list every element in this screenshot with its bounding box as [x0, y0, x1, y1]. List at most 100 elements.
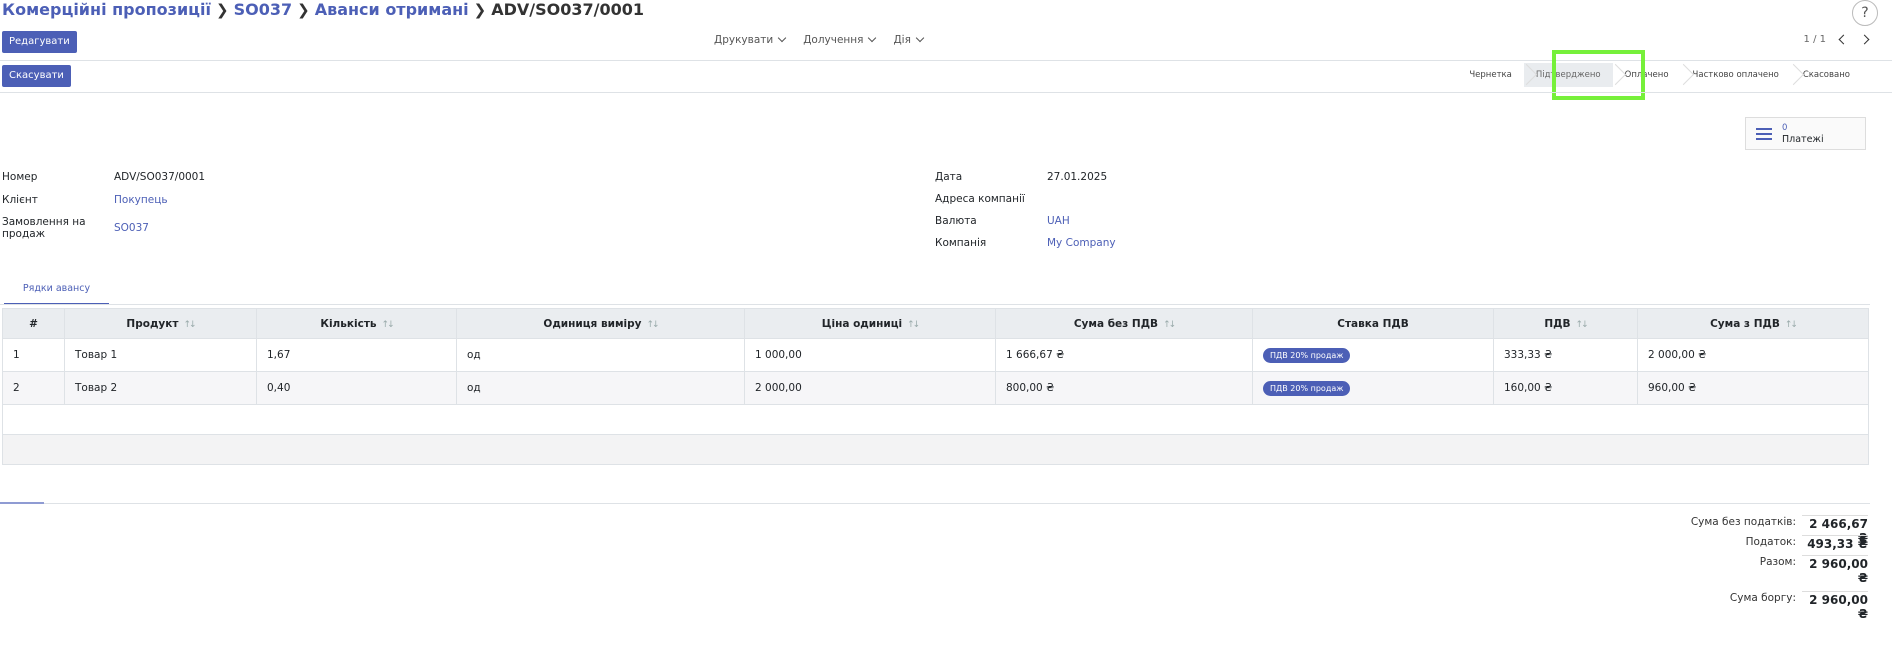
pager: 1 / 1: [1804, 34, 1870, 45]
stage-partially-paid[interactable]: Частково оплачено: [1681, 63, 1791, 87]
sale-order-link[interactable]: SO037: [114, 222, 149, 234]
column-header-total[interactable]: Сума з ПДВ ↑↓: [1637, 308, 1869, 339]
divider-accent: [0, 502, 44, 504]
cell-quantity: 1,67: [256, 338, 457, 372]
table-header-row: # Продукт ↑↓ Кількість ↑↓ Одиниця виміру ↑↓…: [2, 308, 1869, 339]
column-header-vat[interactable]: ПДВ ↑↓: [1493, 308, 1638, 339]
cell-total: 2 000,00 ₴: [1637, 338, 1869, 372]
sale-order-label: Замовлення на продаж: [2, 216, 86, 240]
payments-smart-text: 0 Платежі: [1782, 123, 1824, 145]
chevron-down-icon: [868, 33, 877, 43]
tax-badge: ПДВ 20% продаж: [1263, 380, 1351, 396]
stage-paid[interactable]: Оплачено: [1613, 63, 1681, 87]
sort-icon: ↑↓: [1163, 319, 1176, 330]
untaxed-label: Сума без податків:: [1690, 516, 1796, 528]
cell-unit-price: 1 000,00: [744, 338, 996, 372]
payments-smart-button[interactable]: 0 Платежі: [1745, 117, 1866, 150]
print-menu-label: Друкувати: [714, 34, 774, 46]
breadcrumb-link-order[interactable]: SO037: [234, 0, 293, 19]
cell-unit-price: 2 000,00: [744, 371, 996, 405]
edit-button[interactable]: Редагувати: [2, 31, 77, 53]
column-header-subtotal[interactable]: Сума без ПДВ ↑↓: [995, 308, 1253, 339]
cell-tax-rate: ПДВ 20% продаж: [1252, 338, 1494, 372]
action-menus: Друкувати Долучення Дія: [714, 33, 925, 46]
action-menu[interactable]: Дія: [893, 33, 925, 46]
tab-advance-lines[interactable]: Рядки авансу: [4, 283, 109, 305]
date-value: 27.01.2025: [1047, 171, 1108, 183]
cell-number: 1: [2, 338, 65, 372]
cell-vat: 333,33 ₴: [1493, 338, 1638, 372]
cell-uom: од: [456, 338, 745, 372]
next-record-icon[interactable]: [1859, 34, 1870, 45]
column-header-uom[interactable]: Одиниця виміру ↑↓: [456, 308, 745, 339]
payments-count: 0: [1782, 122, 1788, 133]
customer-label: Клієнт: [2, 194, 38, 206]
cell-subtotal: 1 666,67 ₴: [995, 338, 1253, 372]
table-row[interactable]: 2 Товар 2 0,40 од 2 000,00 800,00 ₴ ПДВ …: [2, 371, 1869, 405]
column-header-subtotal-label: Сума без ПДВ: [1073, 317, 1159, 330]
company-address-label: Адреса компанії: [935, 193, 1025, 205]
column-header-number-label: #: [29, 317, 38, 330]
tax-value: 493,33 ₴: [1802, 535, 1868, 551]
total-value: 2 960,00 ₴: [1802, 555, 1868, 585]
sort-icon: ↑↓: [1575, 319, 1589, 330]
sort-icon: ↑↓: [907, 319, 920, 330]
cancel-button[interactable]: Скасувати: [2, 65, 71, 87]
sort-icon: ↑↓: [646, 319, 660, 330]
breadcrumb-link-advances[interactable]: Аванси отримані: [315, 0, 469, 19]
sort-icon: ↑↓: [381, 319, 395, 330]
breadcrumb: Комерційні пропозиції ❯ SO037 ❯ Аванси о…: [2, 0, 644, 19]
cell-product: Товар 1: [64, 338, 257, 372]
attachments-menu-label: Долучення: [803, 34, 864, 46]
cell-tax-rate: ПДВ 20% продаж: [1252, 371, 1494, 405]
column-header-uom-label: Одиниця виміру: [543, 317, 642, 330]
action-menu-label: Дія: [893, 34, 911, 46]
cell-product: Товар 2: [64, 371, 257, 405]
column-header-product[interactable]: Продукт ↑↓: [64, 308, 257, 339]
list-icon: [1756, 127, 1772, 140]
empty-row: [2, 434, 1869, 465]
customer-link[interactable]: Покупець: [114, 194, 168, 206]
column-header-quantity[interactable]: Кількість ↑↓: [256, 308, 457, 339]
previous-record-icon[interactable]: [1838, 34, 1849, 45]
chevron-down-icon: [915, 33, 925, 43]
table-row[interactable]: 1 Товар 1 1,67 од 1 000,00 1 666,67 ₴ ПД…: [2, 338, 1869, 372]
currency-label: Валюта: [935, 215, 977, 227]
number-label: Номер: [2, 171, 38, 183]
cell-quantity: 0,40: [256, 371, 457, 405]
tab-divider: [0, 304, 1870, 305]
column-header-product-label: Продукт: [126, 317, 179, 330]
column-header-total-label: Сума з ПДВ: [1710, 317, 1780, 330]
number-value: ADV/SO037/0001: [114, 171, 206, 183]
company-link[interactable]: My Company: [1047, 237, 1116, 249]
stage-confirmed[interactable]: Підтверджено: [1523, 63, 1613, 87]
divider: [0, 92, 1892, 93]
pager-counter[interactable]: 1 / 1: [1804, 34, 1826, 45]
cell-number: 2: [2, 371, 65, 405]
advance-lines-table: # Продукт ↑↓ Кількість ↑↓ Одиниця виміру ↑↓…: [2, 308, 1869, 465]
divider: [0, 60, 1892, 61]
chevron-right-icon: ❯: [473, 0, 487, 19]
stage-cancelled[interactable]: Скасовано: [1791, 63, 1862, 87]
amount-due-label: Сума боргу:: [1729, 592, 1796, 604]
divider: [0, 503, 1870, 504]
column-header-tax-rate-label: Ставка ПДВ: [1337, 317, 1409, 330]
print-menu[interactable]: Друкувати: [714, 33, 787, 46]
tax-label: Податок:: [1745, 536, 1796, 548]
breadcrumb-link-quotations[interactable]: Комерційні пропозиції: [2, 0, 211, 19]
column-header-number: #: [2, 308, 65, 339]
amount-due-value: 2 960,00 ₴: [1802, 591, 1868, 621]
column-header-unit-price[interactable]: Ціна одиниці ↑↓: [744, 308, 996, 339]
page-title: ADV/SO037/0001: [491, 0, 645, 19]
cell-uom: од: [456, 371, 745, 405]
cell-vat: 160,00 ₴: [1493, 371, 1638, 405]
sort-icon: ↑↓: [183, 319, 196, 330]
stage-draft[interactable]: Чернетка: [1457, 63, 1524, 87]
total-label: Разом:: [1759, 556, 1796, 568]
date-label: Дата: [935, 171, 963, 183]
help-icon[interactable]: ?: [1852, 0, 1878, 26]
currency-link[interactable]: UAH: [1047, 215, 1070, 227]
cell-subtotal: 800,00 ₴: [995, 371, 1253, 405]
attachments-menu[interactable]: Долучення: [803, 33, 877, 46]
empty-row: [2, 404, 1869, 435]
